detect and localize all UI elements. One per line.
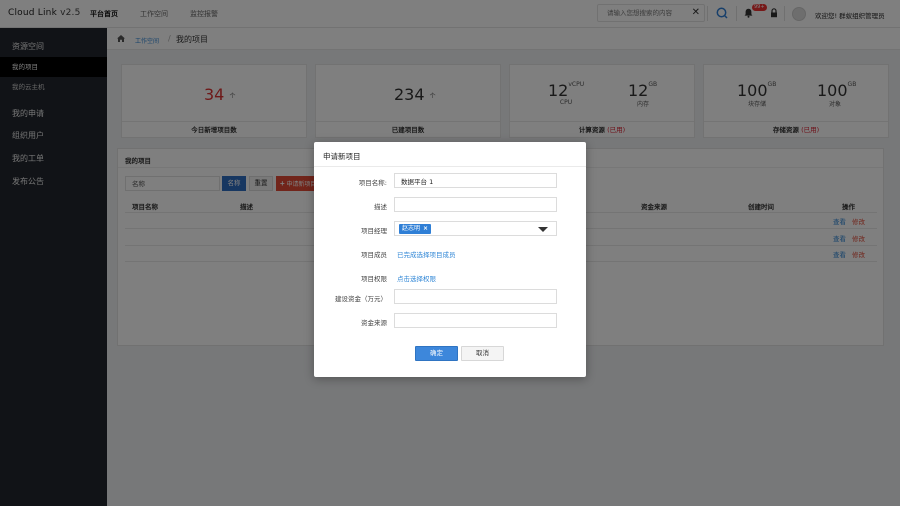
project-manager-select[interactable]: 赵志明 × — [394, 221, 557, 236]
new-project-dialog: 申请新项目 项目名称: 描述 项目经理 赵志明× 项目成员 已完成选择项目成员 … — [314, 142, 586, 377]
divider — [314, 166, 586, 167]
manager-tag: 赵志明 × — [399, 224, 432, 234]
field-label-permissions: 项目权限 — [361, 275, 387, 283]
field-label-funds: 建设资金（万元） — [335, 295, 387, 303]
select-permissions-link[interactable]: 点击选择权限 — [397, 273, 436, 283]
description-input[interactable] — [394, 197, 557, 212]
fund-source-input[interactable] — [394, 313, 557, 328]
chevron-down-icon[interactable] — [538, 227, 548, 232]
field-label-fund-source: 资金来源 — [361, 319, 387, 327]
remove-tag-icon[interactable]: × — [423, 225, 428, 232]
field-label-name: 项目名称: — [358, 179, 387, 187]
field-label-manager: 项目经理 — [361, 227, 387, 235]
confirm-button[interactable]: 确定 — [415, 346, 458, 361]
field-label-description: 描述 — [374, 203, 387, 211]
field-label-members: 项目成员 — [361, 251, 387, 259]
dialog-title: 申请新项目 — [323, 152, 361, 161]
select-members-link[interactable]: 已完成选择项目成员 — [397, 249, 456, 259]
funds-input[interactable] — [394, 289, 557, 304]
project-name-input[interactable] — [394, 173, 557, 188]
cancel-button[interactable]: 取消 — [461, 346, 504, 361]
